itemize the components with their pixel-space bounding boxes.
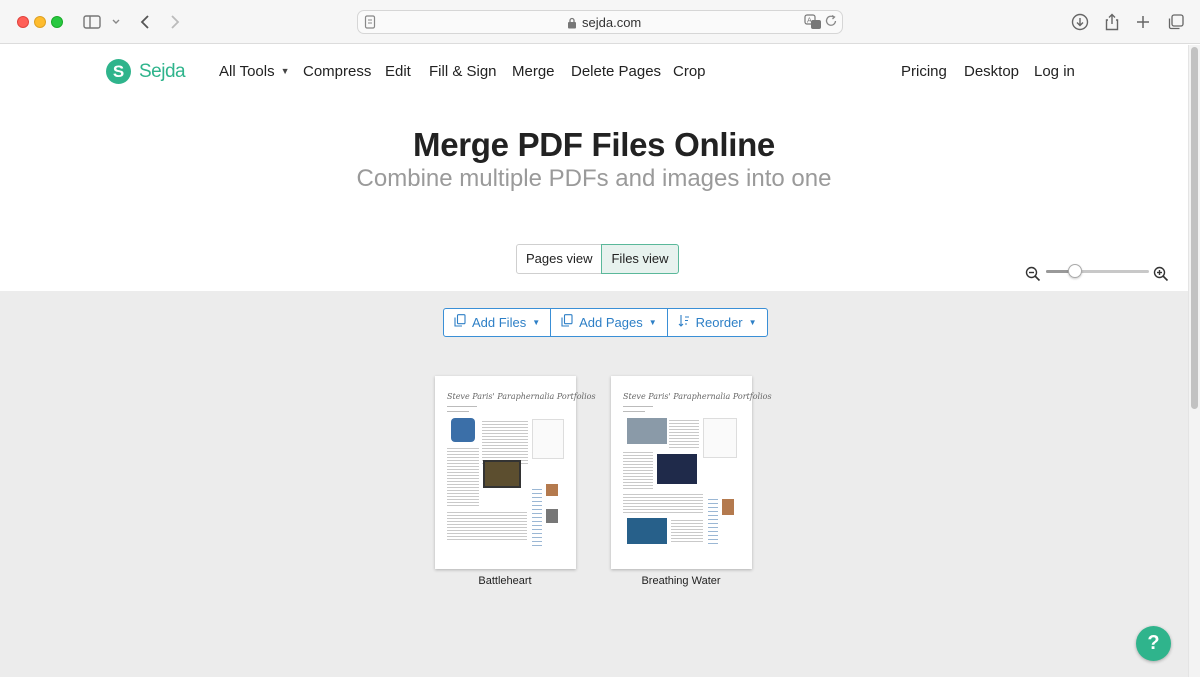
sort-icon: [678, 309, 690, 336]
thumbnail-text-block: [623, 492, 703, 514]
reload-icon[interactable]: [824, 14, 838, 33]
copy-icon: [561, 309, 573, 336]
page-subtitle: Combine multiple PDFs and images into on…: [356, 165, 832, 192]
thumbnail-link-list: [708, 496, 718, 546]
zoom-window-button[interactable]: [51, 16, 63, 28]
file-toolbar: Add Files ▼ Add Pages ▼ Reorder ▼: [443, 308, 768, 337]
forward-icon[interactable]: [165, 12, 185, 32]
browser-toolbar: sejda.com A: [0, 0, 1200, 44]
chevron-down-icon[interactable]: [106, 12, 126, 32]
nav-compress[interactable]: Compress: [303, 63, 371, 80]
thumbnail-text-block: [669, 418, 699, 448]
nav-desktop[interactable]: Desktop: [964, 63, 1019, 80]
thumbnail-text-line: [623, 406, 653, 407]
file-workspace: Add Files ▼ Add Pages ▼ Reorder ▼ Steve …: [0, 291, 1188, 677]
pages-view-button[interactable]: Pages view: [516, 244, 603, 274]
nav-edit[interactable]: Edit: [385, 63, 411, 80]
back-icon[interactable]: [135, 12, 155, 32]
add-files-button[interactable]: Add Files ▼: [443, 308, 552, 337]
thumbnail-image: [722, 499, 734, 515]
url-text: sejda.com: [582, 15, 642, 30]
page-icon: [364, 15, 376, 34]
thumbnail-text-block: [671, 518, 703, 544]
share-icon[interactable]: [1102, 12, 1122, 32]
new-tab-icon[interactable]: [1133, 12, 1153, 32]
caret-down-icon: ▼: [748, 318, 757, 327]
caret-down-icon: ▼: [532, 318, 541, 327]
thumbnail-text-line: [623, 411, 645, 412]
download-icon[interactable]: [1070, 12, 1090, 32]
nav-all-tools[interactable]: All Tools ▼: [219, 63, 290, 80]
file-name-label: Breathing Water: [641, 575, 721, 587]
thumbnail-image: [483, 460, 521, 488]
files-view-button[interactable]: Files view: [601, 244, 679, 274]
thumbnail-heading: Steve Paris' Paraphernalia Portfolios: [623, 392, 772, 401]
scrollbar-thumb[interactable]: [1191, 47, 1198, 409]
reorder-button[interactable]: Reorder ▼: [666, 308, 768, 337]
thumbnail-text-line: [447, 406, 477, 407]
caret-down-icon: ▼: [648, 318, 657, 327]
zoom-slider[interactable]: [1046, 264, 1149, 278]
thumbnail-image: [546, 484, 558, 496]
nav-pricing[interactable]: Pricing: [901, 63, 947, 80]
thumbnail-text-block: [623, 450, 653, 490]
zoom-in-icon[interactable]: [1153, 266, 1169, 287]
zoom-out-icon[interactable]: [1025, 266, 1041, 287]
tabs-overview-icon[interactable]: [1166, 12, 1186, 32]
logo-icon[interactable]: S: [106, 59, 131, 84]
sidebar-icon[interactable]: [82, 12, 102, 32]
thumbnail-widget: [703, 418, 737, 458]
close-window-button[interactable]: [17, 16, 29, 28]
nav-delete-pages[interactable]: Delete Pages: [571, 63, 661, 80]
thumbnail-text-line: [447, 411, 469, 412]
chevron-down-icon: ▼: [280, 66, 290, 76]
address-bar[interactable]: sejda.com A: [357, 10, 843, 34]
nav-merge[interactable]: Merge: [512, 63, 555, 80]
logo-text[interactable]: Sejda: [139, 61, 186, 83]
thumbnail-text-block: [447, 510, 527, 540]
thumbnail-text-block: [482, 419, 528, 464]
add-pages-button[interactable]: Add Pages ▼: [550, 308, 668, 337]
thumbnail-image: [627, 418, 667, 444]
view-toggle: Pages view Files view: [516, 244, 679, 274]
file-thumbnail-battleheart[interactable]: Steve Paris' Paraphernalia Portfolios: [435, 376, 596, 569]
zoom-slider-handle[interactable]: [1068, 264, 1082, 278]
copy-icon: [454, 309, 466, 336]
page-scrollbar[interactable]: [1188, 45, 1200, 677]
thumbnail-image: [627, 518, 667, 544]
minimize-window-button[interactable]: [34, 16, 46, 28]
thumbnail-image: [451, 418, 475, 442]
thumbnail-image: [546, 509, 558, 523]
thumbnail-link-list: [532, 486, 542, 546]
lock-icon: [567, 16, 577, 34]
nav-crop[interactable]: Crop: [673, 63, 706, 80]
thumbnail-text-block: [447, 446, 479, 506]
page-title: Merge PDF Files Online: [413, 126, 775, 163]
thumbnail-image: [657, 454, 697, 484]
help-chat-button[interactable]: ?: [1136, 626, 1171, 661]
nav-log-in[interactable]: Log in: [1034, 63, 1075, 80]
file-name-label: Battleheart: [478, 575, 532, 587]
file-thumbnail-breathing-water[interactable]: Steve Paris' Paraphernalia Portfolios: [611, 376, 772, 569]
nav-fill-sign[interactable]: Fill & Sign: [429, 63, 497, 80]
site-nav: S Sejda All Tools ▼ Compress Edit Fill & …: [0, 45, 1188, 100]
svg-text:A: A: [807, 17, 812, 25]
translate-icon[interactable]: A: [804, 14, 822, 35]
thumbnail-heading: Steve Paris' Paraphernalia Portfolios: [447, 392, 596, 401]
thumbnail-widget: [532, 419, 564, 459]
